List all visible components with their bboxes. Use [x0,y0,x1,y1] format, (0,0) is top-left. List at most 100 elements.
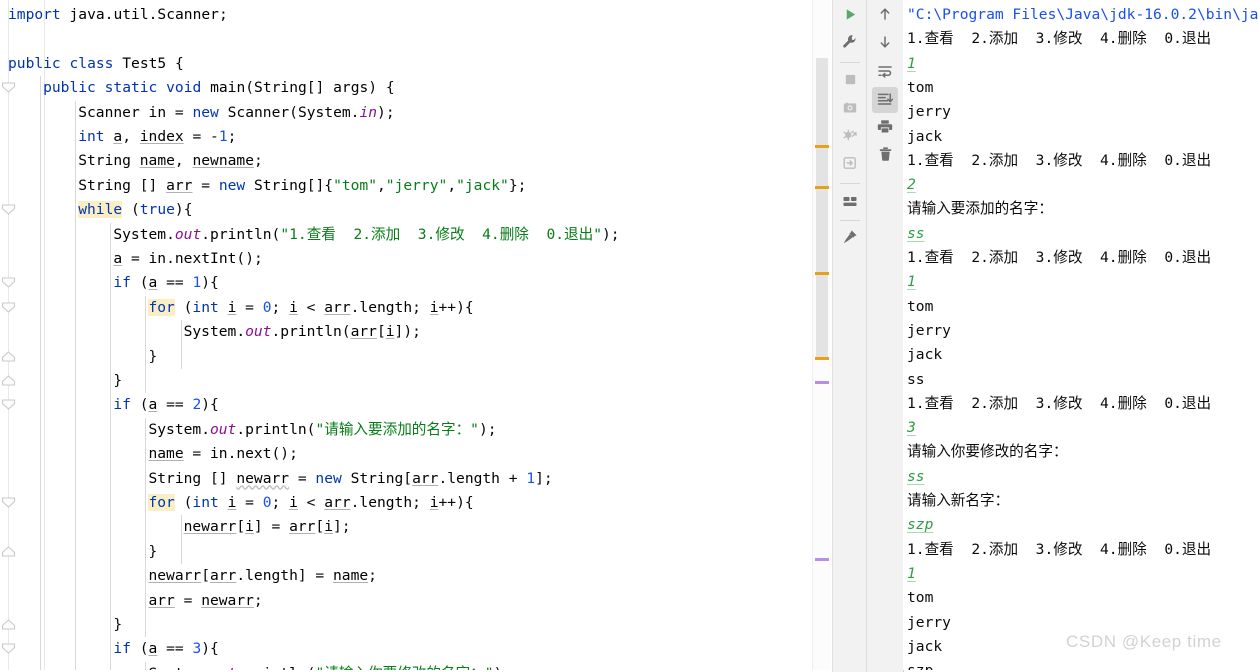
code-line[interactable]: a = in.nextInt(); [113,247,262,271]
layout-button[interactable] [837,189,863,215]
clear-all-button[interactable] [872,143,898,169]
console-output-line: 1.查看 2.添加 3.修改 4.删除 0.退出 [907,151,1212,169]
code-line[interactable]: import java.util.Scanner; [8,3,228,27]
screenshot-button [837,96,863,122]
console-input-line: ss [907,467,925,485]
code-line[interactable]: newarr[arr.length] = name; [148,564,377,588]
toolbar-separator [840,183,860,184]
code-line[interactable]: Scanner in = new Scanner(System.in); [78,101,394,125]
code-line[interactable]: } [113,369,122,393]
console-toolbar[interactable] [866,0,904,672]
code-line[interactable]: for (int i = 0; i < arr.length; i++){ [148,491,474,515]
code-line[interactable]: System.out.println(arr[i]); [184,320,421,344]
pin-icon [842,229,858,249]
console-output-line: jack [907,346,943,364]
run-tool-window-toolbar[interactable] [832,0,867,672]
code-line[interactable]: System.out.println("请输入要添加的名字："); [148,418,496,442]
console-output-line: 请输入新名字： [907,492,1010,509]
code-line[interactable]: System.out.println("请输入你要修改的名字："); [148,662,511,670]
ide-screenshot-root: import java.util.Scanner; public class Te… [0,0,1258,672]
toolbar-separator [840,62,860,63]
console-output-line: jerry [907,321,951,339]
code-line[interactable]: if (a == 2){ [113,393,218,417]
console-output-line: 1.查看 2.添加 3.修改 4.删除 0.退出 [907,540,1212,558]
console-output-pane[interactable]: "C:\Program Files\Java\jdk-16.0.2\bin\ja… [903,0,1258,670]
code-editor-pane[interactable]: import java.util.Scanner; public class Te… [0,0,810,670]
code-line[interactable]: int a, index = -1; [78,125,236,149]
code-line[interactable]: public static void main(String[] args) { [43,76,395,100]
code-line[interactable]: if (a == 1){ [113,271,218,295]
stop-square-icon [843,72,858,91]
print-button[interactable] [872,115,898,141]
console-output-line: 请输入你要修改的名字： [907,443,1068,461]
camera-icon [842,100,858,119]
up-button[interactable] [872,3,898,29]
console-output-line: jack [907,127,943,145]
down-button[interactable] [872,31,898,57]
export-icon [842,155,858,175]
thread-dump-button [837,124,863,150]
play-icon [843,7,858,26]
console-command-line: "C:\Program Files\Java\jdk-16.0.2\bin\ja [907,6,1258,23]
console-output-line: 1.查看 2.添加 3.修改 4.删除 0.退出 [907,249,1212,266]
console-input-line: 3 [907,419,916,437]
console-output-line: ss [907,370,925,388]
soft-wrap-icon [877,63,893,82]
console-input-line: szp [907,516,934,534]
console-output-line: 请输入要添加的名字： [907,200,1053,218]
pin-tab-button[interactable] [837,226,863,252]
console-input-line: 1 [907,54,916,72]
thread-dump-icon [842,127,858,147]
wrench-icon [842,34,858,54]
console-output-line: tom [907,589,934,607]
console-output-line: 1.查看 2.添加 3.修改 4.删除 0.退出 [907,394,1212,412]
soft-wrap-button[interactable] [872,59,898,85]
code-line[interactable]: String name, newname; [78,149,263,173]
stop-button [837,68,863,94]
console-input-line: ss [907,224,925,242]
code-line[interactable]: String [] newarr = new String[arr.length… [148,467,552,491]
scrollbar-marker[interactable] [815,272,829,275]
csdn-watermark: CSDN @Keep time [1066,632,1222,651]
scrollbar-marker[interactable] [815,381,829,384]
code-line[interactable]: if (a == 3){ [113,637,218,661]
scrollbar-marker[interactable] [815,357,829,360]
console-output-line: szp [907,659,933,670]
console-output-line: jerry [907,103,951,121]
toolbar-separator [840,220,860,221]
print-icon [877,119,893,138]
scroll-to-end-icon [877,91,894,110]
code-line[interactable]: String [] arr = new String[]{"tom","jerr… [78,174,526,198]
code-line[interactable]: } [148,345,157,369]
trash-icon [878,146,893,166]
scrollbar-marker[interactable] [815,145,829,148]
settings-button[interactable] [837,31,863,57]
console-output-line: tom [907,78,934,96]
console-output-line: jack [907,637,943,655]
code-line[interactable]: System.out.println("1.查看 2.添加 3.修改 4.删除 … [113,223,619,247]
console-input-line: 1 [907,564,916,582]
export-button [837,152,863,178]
layout-icon [842,193,858,212]
editor-scrollbar[interactable] [812,0,831,670]
code-line[interactable]: newarr[i] = arr[i]; [184,515,351,539]
console-output-line: jerry [907,613,951,631]
scroll-to-end-button[interactable] [872,87,898,113]
console-input-line: 2 [907,176,916,194]
code-line[interactable]: } [113,613,122,637]
console-input-line: 1 [907,273,916,291]
console-output-line: tom [907,297,934,315]
code-line[interactable]: for (int i = 0; i < arr.length; i++){ [148,296,474,320]
code-line[interactable]: while (true){ [78,198,192,222]
code-line[interactable]: public class Test5 { [8,52,184,76]
scrollbar-marker[interactable] [815,558,829,561]
console-output-line: 1.查看 2.添加 3.修改 4.删除 0.退出 [907,30,1212,48]
code-line[interactable]: name = in.next(); [148,442,297,466]
code-line[interactable]: } [148,540,157,564]
rerun-button[interactable] [837,3,863,29]
arrow-down-icon [877,34,893,54]
code-text-layer[interactable]: import java.util.Scanner; public class Te… [0,0,810,670]
scrollbar-marker[interactable] [815,186,829,189]
scrollbar-thumb[interactable] [816,58,828,358]
code-line[interactable]: arr = newarr; [148,589,262,613]
